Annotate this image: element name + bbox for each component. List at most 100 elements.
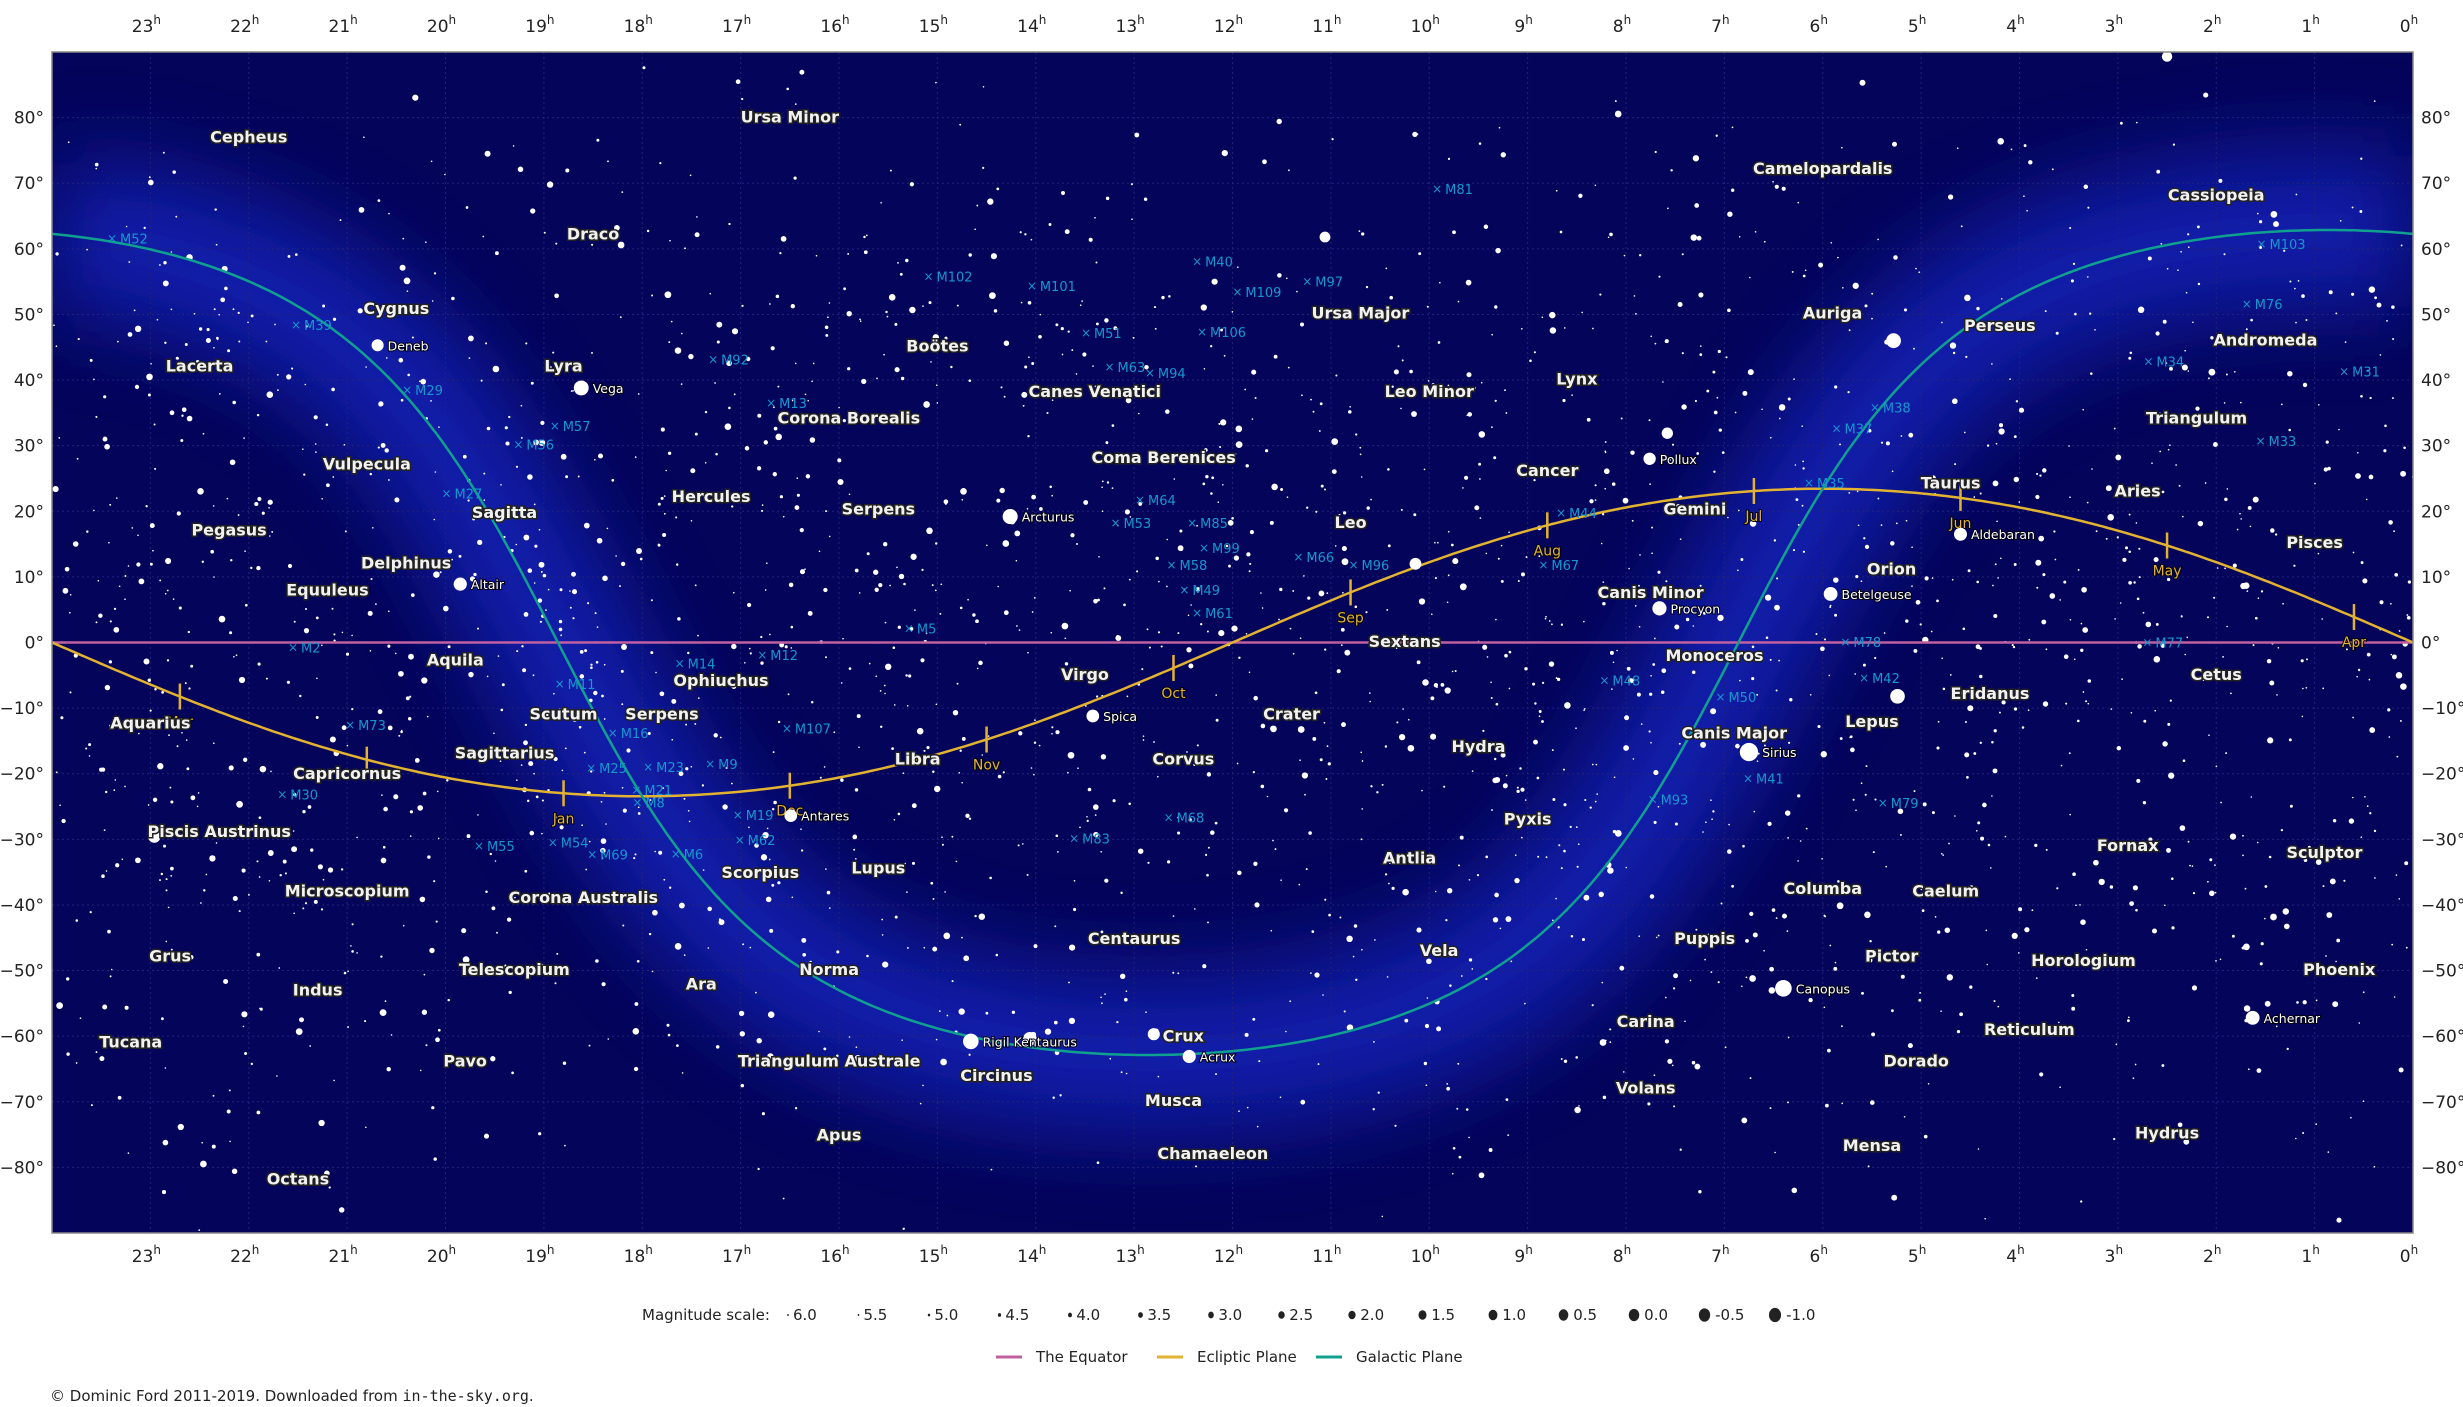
star (1549, 311, 1556, 319)
star (1079, 826, 1081, 829)
star (228, 1089, 231, 1092)
ra-tick-label: 2h (2203, 1243, 2221, 1267)
star (769, 303, 771, 305)
star (1833, 577, 1839, 583)
ra-tick-label: 11h (1312, 1243, 1341, 1267)
star (1802, 460, 1805, 463)
star (2374, 877, 2376, 879)
star (982, 166, 985, 169)
star (399, 264, 406, 271)
star (1742, 844, 1745, 848)
star (1857, 524, 1860, 527)
star (905, 258, 909, 263)
ra-unit: h (547, 13, 555, 27)
site-link[interactable]: in-the-sky.org (402, 1387, 528, 1405)
star (278, 967, 281, 969)
star (1839, 737, 1843, 740)
star (562, 1061, 567, 1065)
star (134, 325, 142, 333)
ra-hour: 17 (722, 17, 744, 37)
ra-unit: h (547, 1243, 555, 1257)
star (985, 1011, 989, 1015)
star (1804, 269, 1807, 272)
star (2094, 329, 2096, 331)
constellation-label: Canes Venatici (1029, 382, 1162, 401)
star (552, 351, 555, 354)
constellation-label: Pegasus (191, 521, 266, 540)
star (1434, 577, 1437, 580)
star (1772, 180, 1774, 183)
star (2116, 536, 2119, 539)
star (427, 855, 431, 859)
star (1307, 596, 1311, 600)
star (1289, 1000, 1292, 1003)
star (180, 439, 184, 442)
star (1536, 776, 1540, 780)
star (2074, 312, 2077, 316)
star (1120, 973, 1126, 979)
star (146, 373, 153, 381)
star (1753, 810, 1756, 813)
star (1883, 632, 1886, 634)
messier-label: M96 (1362, 559, 1390, 574)
star (1964, 752, 1970, 758)
star (1584, 798, 1587, 802)
star (381, 794, 383, 796)
star (1081, 300, 1083, 302)
star (2034, 843, 2038, 848)
star (497, 655, 500, 657)
ra-unit: h (1236, 13, 1244, 27)
star (422, 791, 427, 796)
star (1548, 661, 1555, 667)
star (1824, 915, 1827, 918)
star (1997, 137, 2005, 145)
constellation-label: Ursa Major (1311, 303, 1409, 322)
ra-hour: 16 (820, 17, 842, 37)
star (1653, 770, 1659, 776)
star (1678, 742, 1681, 745)
star (533, 582, 536, 584)
star (1700, 741, 1707, 748)
star (1712, 370, 1716, 374)
star (893, 704, 896, 706)
star (1155, 556, 1159, 561)
messier-marker-icon: × (291, 318, 301, 332)
messier-label: M61 (1205, 607, 1233, 622)
star (1612, 661, 1615, 664)
constellation-label: Libra (895, 750, 941, 769)
dec-tick-label-right: −10° (2421, 699, 2463, 719)
star (769, 928, 774, 933)
star (1907, 1043, 1913, 1049)
star (685, 723, 688, 726)
star (1773, 539, 1777, 542)
star (1260, 784, 1265, 789)
star (1418, 598, 1426, 605)
star (1575, 826, 1578, 828)
star (1891, 470, 1894, 473)
star (1563, 1059, 1568, 1064)
star (2305, 319, 2308, 321)
star (110, 968, 113, 971)
star (2181, 515, 2184, 518)
star (2187, 370, 2190, 372)
star (1563, 849, 1566, 853)
star (1623, 745, 1629, 751)
bright-star (2161, 52, 2173, 62)
star (1324, 898, 1327, 901)
star (735, 79, 741, 85)
messier-label: M6 (684, 848, 704, 863)
star (2169, 699, 2172, 702)
star (1172, 915, 1175, 917)
star (2127, 1016, 2130, 1019)
star (2351, 796, 2354, 799)
star (2295, 193, 2298, 196)
ra-hour: 12 (1214, 17, 1236, 37)
constellation-label: Sagitta (472, 503, 537, 522)
star (216, 336, 219, 340)
messier-marker-icon: × (1081, 326, 1091, 340)
star (1848, 329, 1851, 332)
star (423, 973, 426, 976)
star (600, 838, 607, 844)
star (1834, 613, 1838, 617)
star (1479, 478, 1481, 480)
